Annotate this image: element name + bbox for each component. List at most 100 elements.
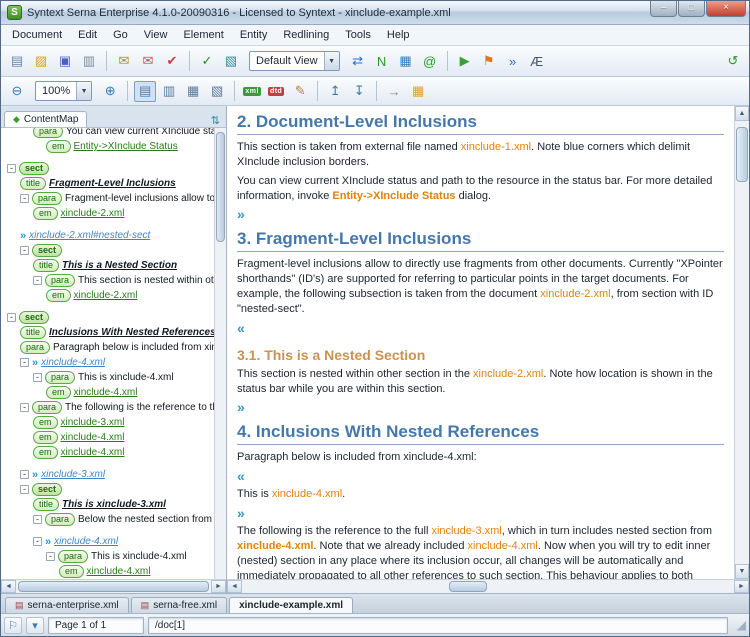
insert-table-icon[interactable]: ▦ (395, 51, 417, 72)
close-button[interactable]: × (706, 1, 746, 17)
tree-node[interactable]: -»xinclude-4.xml (3, 355, 214, 370)
collapse-toggle[interactable]: - (20, 246, 29, 255)
tree-node[interactable]: emEntity->XInclude Status (3, 139, 214, 154)
paragraph[interactable]: This is xinclude-4.xml. (237, 487, 724, 502)
element-tag-para[interactable]: para (33, 128, 63, 138)
paragraph[interactable]: Paragraph below is included from xinclud… (237, 450, 724, 465)
element-tag-em[interactable]: em (46, 386, 71, 399)
collapse-toggle[interactable]: - (33, 537, 42, 546)
tree-node[interactable]: emxinclude-3.xml (3, 415, 214, 430)
tree-node[interactable]: -sect (3, 482, 214, 497)
element-tag-title[interactable]: title (20, 177, 46, 190)
collapse-toggle[interactable]: - (20, 194, 29, 203)
mail-import-icon[interactable]: ✉ (113, 51, 135, 72)
contentmap-config-icon[interactable]: ⇅ (208, 114, 223, 127)
tree-node[interactable]: emxinclude-4.xml (3, 445, 214, 460)
collapse-toggle[interactable]: - (20, 485, 29, 494)
scroll-down-icon[interactable]: ▼ (735, 564, 749, 579)
paragraph[interactable]: Fragment-level inclusions allow to direc… (237, 257, 724, 316)
tree-node[interactable]: emxinclude-2.xml (3, 206, 214, 221)
insert-entity-icon[interactable]: @ (419, 51, 441, 72)
tree-node[interactable]: paraYou can view current XInclude status… (3, 128, 214, 139)
tree-node[interactable]: -sect (3, 243, 214, 258)
xml-badge-icon[interactable]: xml (241, 81, 263, 102)
document-content[interactable]: 2. Document-Level InclusionsThis section… (227, 106, 734, 579)
tree-node[interactable]: emxinclude-4.xml (3, 430, 214, 445)
element-tag-em[interactable]: em (33, 416, 58, 429)
file-tab[interactable]: ▤serna-free.xml (131, 597, 227, 613)
menu-go[interactable]: Go (106, 27, 135, 43)
inline-link[interactable]: xinclude-4.xml (272, 488, 342, 500)
maximize-button[interactable]: □ (678, 1, 705, 17)
menu-edit[interactable]: Edit (71, 27, 104, 43)
doc-hscrollbar[interactable]: ◄ ► (227, 579, 749, 593)
element-tag-para[interactable]: para (45, 274, 75, 287)
inline-link[interactable]: xinclude-2.xml (540, 288, 610, 300)
collapse-toggle[interactable]: - (20, 358, 29, 367)
title-bar[interactable]: S Syntext Serna Enterprise 4.1.0-2009031… (1, 1, 749, 25)
inline-link[interactable]: xinclude-4.xml (468, 540, 538, 552)
collapse-toggle[interactable]: - (33, 276, 42, 285)
collapse-toggle[interactable]: - (7, 313, 16, 322)
table-edit-icon[interactable]: ▦ (407, 81, 429, 102)
tree-node[interactable]: -paraThe following is the reference to t… (3, 400, 214, 415)
scrollbar-thumb[interactable] (18, 581, 209, 592)
element-tag-title[interactable]: title (20, 326, 46, 339)
view-tags-icon[interactable]: ▥ (158, 81, 180, 102)
tree-hscrollbar[interactable]: ◄ ► (1, 579, 226, 593)
run-icon[interactable]: ▶ (454, 51, 476, 72)
scroll-left-icon[interactable]: ◄ (1, 580, 16, 593)
element-tag-em[interactable]: em (33, 446, 58, 459)
inline-link[interactable]: xinclude-1.xml (461, 141, 531, 153)
file-tab[interactable]: ▤serna-enterprise.xml (5, 597, 129, 613)
move-down-icon[interactable]: ↧ (348, 81, 370, 102)
tree-node[interactable]: -paraThis is xinclude-4.xml (3, 549, 214, 564)
element-tag-em[interactable]: em (46, 289, 71, 302)
scrollbar-thumb[interactable] (736, 127, 748, 182)
collapse-toggle[interactable]: - (20, 403, 29, 412)
spellcheck-icon[interactable]: ✓ (196, 51, 218, 72)
insert-element-icon[interactable]: ⇄ (347, 51, 369, 72)
scroll-up-icon[interactable]: ▲ (735, 106, 749, 121)
tab-contentmap[interactable]: ◆ ContentMap (4, 111, 87, 127)
inline-link[interactable]: xinclude-3.xml (431, 525, 501, 537)
view-split-icon[interactable]: ▧ (206, 81, 228, 102)
paragraph[interactable]: The following is the reference to the fu… (237, 524, 724, 579)
doc-vscrollbar[interactable]: ▲ ▼ (734, 106, 749, 579)
view-normal-icon[interactable]: ▤ (134, 81, 156, 102)
tree-node[interactable]: titleThis is xinclude-3.xml (3, 497, 214, 512)
goto-icon[interactable]: » (502, 51, 524, 72)
element-tag-para[interactable]: para (32, 192, 62, 205)
element-tag-em[interactable]: em (33, 207, 58, 220)
file-tab[interactable]: xinclude-example.xml (229, 597, 353, 613)
open-folder-icon[interactable]: ▨ (30, 51, 52, 72)
menu-view[interactable]: View (137, 27, 175, 43)
history-down-icon[interactable]: ▾ (26, 617, 44, 634)
zoom-in-icon[interactable]: ⊕ (99, 81, 121, 102)
validate-icon[interactable]: ✔ (161, 51, 183, 72)
element-tag-em[interactable]: em (46, 140, 71, 153)
element-tag-para[interactable]: para (58, 550, 88, 563)
tree-node[interactable]: »xinclude-2.xml#nested-sect (3, 228, 214, 243)
mail-export-icon[interactable]: ✉ (137, 51, 159, 72)
view-mode-select[interactable]: Default View ▼ (249, 51, 340, 71)
scrollbar-thumb[interactable] (449, 581, 487, 592)
tree-node[interactable]: -»xinclude-3.xml (3, 467, 214, 482)
tree-node[interactable]: emxinclude-4.xml (3, 385, 214, 400)
tree-node[interactable]: -sect (3, 310, 214, 325)
tree-node[interactable]: -paraFragment-level inclusions allow to … (3, 191, 214, 206)
special-chars-icon[interactable]: Æ (526, 51, 548, 72)
paragraph[interactable]: This section is nested within other sect… (237, 367, 724, 397)
scroll-right-icon[interactable]: ► (211, 580, 226, 593)
element-tag-sect[interactable]: sect (32, 244, 62, 257)
menu-tools[interactable]: Tools (338, 27, 378, 43)
tree-node[interactable]: emxinclude-2.xml (3, 288, 214, 303)
move-up-icon[interactable]: ↥ (324, 81, 346, 102)
paragraph[interactable]: You can view current XInclude status and… (237, 174, 724, 204)
insert-inline-icon[interactable]: N (371, 51, 393, 72)
element-tag-em[interactable]: em (59, 565, 84, 578)
print-icon[interactable]: ▥ (78, 51, 100, 72)
tree-node[interactable]: titleFragment-Level Inclusions (3, 176, 214, 191)
flag-icon[interactable]: ⚑ (478, 51, 500, 72)
tree-node[interactable]: paraParagraph below is included from xin… (3, 340, 214, 355)
